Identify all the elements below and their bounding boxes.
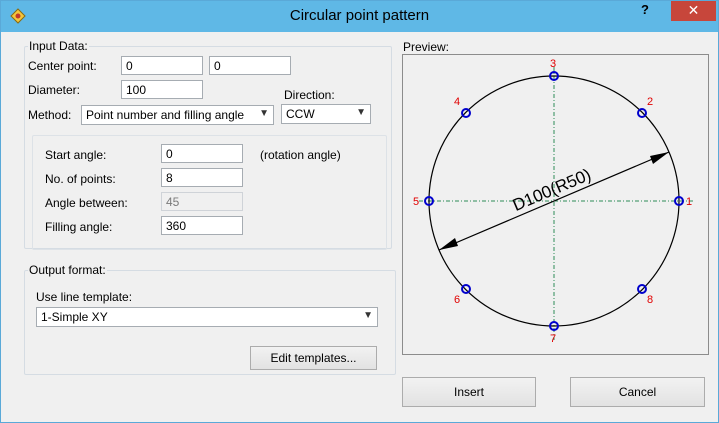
points-label: No. of points:	[45, 172, 116, 186]
preview-canvas: D100(R50) 1 2 3 4 5 6 7 8	[413, 58, 693, 345]
method-select[interactable]: Point number and filling angle ▼	[81, 105, 274, 125]
point-label-2: 2	[647, 96, 653, 108]
method-label: Method:	[28, 108, 72, 122]
points-input[interactable]	[161, 168, 243, 187]
method-select-value: Point number and filling angle	[86, 108, 245, 122]
cancel-button[interactable]: Cancel	[570, 377, 705, 407]
chevron-down-icon: ▼	[363, 310, 373, 321]
chevron-down-icon: ▼	[356, 107, 366, 118]
insert-button[interactable]: Insert	[402, 377, 536, 407]
dimension-arrow-start	[439, 238, 458, 250]
center-point-label: Center point:	[28, 59, 97, 73]
preview-label: Preview:	[403, 40, 450, 54]
diameter-label: Diameter:	[28, 83, 81, 97]
close-button[interactable]: ✕	[671, 1, 716, 21]
filling-angle-label: Filling angle:	[45, 220, 113, 234]
point-label-3: 3	[550, 58, 556, 70]
point-label-5: 5	[413, 196, 419, 208]
direction-select-value: CCW	[286, 107, 315, 121]
diameter-input[interactable]	[121, 80, 203, 99]
filling-angle-input[interactable]	[161, 216, 243, 235]
center-y-input[interactable]	[209, 56, 291, 75]
dialog-client: Input Data: Center point: Diameter: Dire…	[2, 32, 717, 421]
preview-panel: D100(R50) 1 2 3 4 5 6 7 8	[402, 54, 709, 355]
help-button[interactable]: ?	[632, 1, 658, 21]
start-angle-label: Start angle:	[45, 148, 107, 162]
point-label-7: 7	[550, 333, 556, 345]
point-label-1: 1	[686, 196, 692, 208]
template-label: Use line template:	[36, 290, 133, 304]
rotation-note: (rotation angle)	[260, 148, 341, 162]
chevron-down-icon: ▼	[259, 108, 269, 119]
direction-label: Direction:	[284, 88, 335, 102]
output-format-legend: Output format:	[28, 263, 107, 277]
edit-templates-button[interactable]: Edit templates...	[250, 346, 377, 370]
direction-select[interactable]: CCW ▼	[281, 104, 371, 124]
title-bar: Circular point pattern ? ✕	[1, 1, 718, 32]
center-x-input[interactable]	[121, 56, 203, 75]
angle-between-label: Angle between:	[45, 196, 128, 210]
window-title: Circular point pattern	[289, 7, 430, 24]
input-data-legend: Input Data:	[28, 39, 89, 53]
template-select-value: 1-Simple XY	[41, 310, 108, 324]
dimension-arrow-end	[650, 152, 669, 164]
template-select[interactable]: 1-Simple XY ▼	[36, 307, 378, 327]
angle-between-input	[161, 192, 243, 211]
point-label-6: 6	[454, 294, 460, 306]
dialog-window: Circular point pattern ? ✕ Input Data: C…	[0, 0, 719, 423]
start-angle-input[interactable]	[161, 144, 243, 163]
point-label-4: 4	[454, 96, 460, 108]
point-label-8: 8	[647, 294, 653, 306]
